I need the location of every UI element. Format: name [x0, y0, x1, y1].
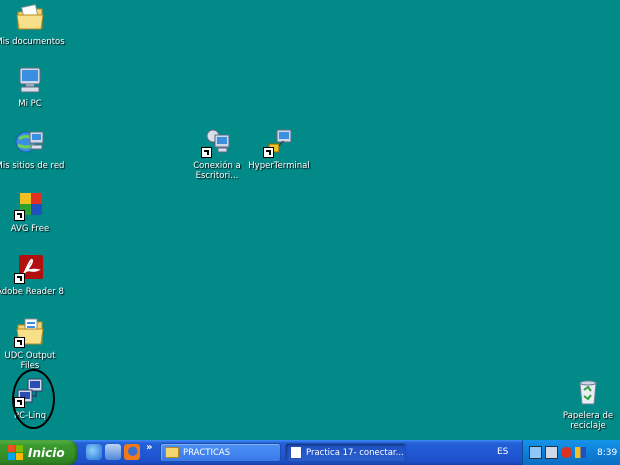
desktop-icon-label: Adobe Reader 8 — [0, 287, 64, 297]
desktop-icon-label: HyperTerminal — [248, 161, 310, 171]
avg-tray-icon[interactable] — [575, 447, 586, 458]
desktop-icon-label: Mis sitios de red — [0, 161, 65, 171]
word-document-icon — [290, 446, 302, 459]
avg-icon — [14, 189, 46, 221]
desktop: Mis documentos Mi PC Mis sitios de red A… — [0, 0, 620, 440]
desktop-icon-label: Mis documentos — [0, 37, 65, 47]
language-indicator[interactable]: ES — [497, 447, 508, 457]
adobe-reader-icon — [14, 252, 46, 284]
desktop-icon-label: UDC Output Files — [4, 351, 56, 371]
desktop-icon-mis-sitios-de-red[interactable]: Mis sitios de red — [0, 126, 65, 171]
start-button-label: Inicio — [28, 445, 65, 460]
quick-launch — [86, 444, 140, 460]
pc-linq-icon — [14, 376, 46, 408]
remote-desktop-icon — [201, 126, 233, 158]
desktop-icon-mi-pc[interactable]: Mi PC — [0, 64, 65, 109]
recycle-bin-icon — [572, 376, 604, 408]
folder-documents-icon — [14, 2, 46, 34]
desktop-icon-udc-output-files[interactable]: UDC Output Files — [0, 316, 65, 371]
quick-launch-overflow-icon[interactable]: » — [146, 442, 152, 453]
desktop-icon-mis-documentos[interactable]: Mis documentos — [0, 2, 65, 47]
pc-linq-tray-icon[interactable] — [545, 446, 558, 459]
desktop-icon-label: Conexión a Escritori... — [193, 161, 241, 181]
task-button-practicas[interactable]: PRACTICAS — [160, 443, 281, 462]
network-places-icon — [14, 126, 46, 158]
desktop-icon-pc-linq[interactable]: PC-Linq — [0, 376, 65, 421]
task-button-label: PRACTICAS — [183, 447, 231, 458]
shortcut-arrow-icon — [263, 147, 274, 158]
shortcut-arrow-icon — [14, 210, 25, 221]
desktop-icon-adobe-reader[interactable]: Adobe Reader 8 — [0, 252, 65, 297]
desktop-icon-hyperterminal[interactable]: HyperTerminal — [244, 126, 314, 171]
windows-logo-icon — [8, 445, 23, 460]
folder-udc-icon — [14, 316, 46, 348]
computer-icon — [14, 64, 46, 96]
show-desktop-icon[interactable] — [105, 444, 121, 460]
desktop-icon-label: PC-Linq — [13, 411, 46, 421]
desktop-icon-conexion-escritorio[interactable]: Conexión a Escritori... — [182, 126, 252, 181]
security-tray-icon[interactable] — [561, 447, 572, 458]
desktop-icon-label: Mi PC — [18, 99, 42, 109]
desktop-icon-papelera[interactable]: Papelera de reciclaje — [553, 376, 620, 431]
folder-icon — [165, 447, 179, 458]
firefox-icon[interactable] — [124, 444, 140, 460]
shortcut-arrow-icon — [14, 397, 25, 408]
task-button-label: Practica 17- conectar... — [306, 447, 404, 458]
task-button-practica-17[interactable]: Practica 17- conectar... — [285, 443, 406, 462]
start-button[interactable]: Inicio — [0, 440, 78, 465]
desktop-icon-label: Papelera de reciclaje — [562, 411, 614, 431]
desktop-icon-label: AVG Free — [10, 224, 50, 234]
internet-explorer-icon[interactable] — [86, 444, 102, 460]
taskbar: Inicio » PRACTICAS Practica 17- conectar… — [0, 440, 620, 465]
hyperterminal-icon — [263, 126, 295, 158]
shortcut-arrow-icon — [14, 273, 25, 284]
shortcut-arrow-icon — [14, 337, 25, 348]
shortcut-arrow-icon — [201, 147, 212, 158]
system-tray: 8:39 — [522, 440, 620, 465]
desktop-icon-avg-free[interactable]: AVG Free — [0, 189, 65, 234]
network-tray-icon[interactable] — [529, 446, 542, 459]
clock[interactable]: 8:39 — [597, 448, 617, 458]
